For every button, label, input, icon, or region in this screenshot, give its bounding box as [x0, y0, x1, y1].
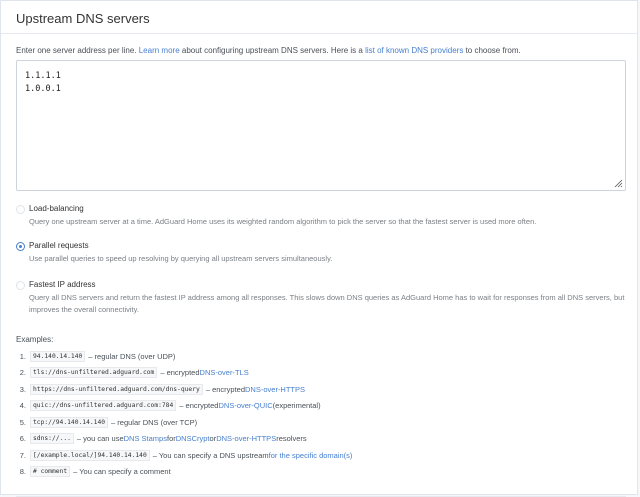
example-code: sdns://...	[30, 433, 74, 445]
example-text: – You can specify a DNS upstream	[152, 450, 269, 460]
example-item: 4. quic://dns-unfiltered.adguard.com:784…	[16, 398, 626, 415]
desc-text-1: Enter one server address per line.	[16, 46, 139, 55]
example-text: – you can use	[76, 434, 124, 444]
specific-domains-link[interactable]: for the specific domain(s)	[269, 451, 353, 460]
examples-list: 1. 94.140.14.140 – regular DNS (over UDP…	[16, 348, 626, 480]
example-item: 5. tcp://94.140.14.140 – regular DNS (ov…	[16, 414, 626, 431]
example-code: [/example.local/]94.140.14.140	[30, 449, 150, 461]
example-text: – You can specify a comment	[73, 467, 171, 477]
example-code: tcp://94.140.14.140	[30, 416, 109, 428]
dnscrypt-link[interactable]: DNSCrypt	[176, 434, 210, 443]
mode-title: Fastest IP address	[29, 280, 96, 289]
example-number: 1.	[19, 351, 26, 361]
radio-fastest-ip[interactable]	[16, 281, 25, 290]
example-number: 2.	[19, 368, 26, 378]
example-item: 7. [/example.local/]94.140.14.140 – You …	[16, 447, 626, 464]
example-code: https://dns-unfiltered.adguard.com/dns-q…	[30, 383, 203, 395]
radio-load-balancing[interactable]	[16, 205, 25, 214]
example-number: 6.	[19, 434, 26, 444]
example-number: 4.	[19, 401, 26, 411]
example-code: 94.140.14.140	[30, 350, 86, 362]
desc-text-3: to choose from.	[463, 46, 521, 55]
example-text-post: for	[166, 434, 176, 444]
resize-handle-icon[interactable]	[613, 178, 623, 188]
dns-over-https-link[interactable]: DNS-over-HTTPS	[245, 385, 305, 394]
textarea-content: 1.1.1.1 1.0.0.1	[25, 71, 61, 94]
mode-title: Load-balancing	[29, 204, 84, 213]
mode-description: Query all DNS servers and return the fas…	[29, 293, 625, 314]
example-text: – regular DNS (over TCP)	[111, 417, 198, 427]
example-item: 2. tls://dns-unfiltered.adguard.com – en…	[16, 365, 626, 382]
example-text: – encrypted	[205, 384, 246, 394]
upstream-description: Enter one server address per line. Learn…	[16, 46, 521, 55]
example-item: 6. sdns://... – you can use DNS Stamps f…	[16, 431, 626, 448]
example-text-post: or	[209, 434, 217, 444]
example-code: tls://dns-unfiltered.adguard.com	[30, 367, 158, 379]
mode-title: Parallel requests	[29, 241, 89, 250]
desc-text-2: about configuring upstream DNS servers. …	[179, 46, 366, 55]
example-number: 8.	[19, 467, 26, 477]
example-text: – encrypted	[179, 401, 219, 411]
example-code: quic://dns-unfiltered.adguard.com:784	[30, 400, 177, 412]
example-text-post: resolvers	[276, 434, 307, 444]
example-item: 8. # comment – You can specify a comment	[16, 464, 626, 481]
mode-description: Use parallel queries to speed up resolvi…	[29, 254, 333, 263]
dns-over-https-link[interactable]: DNS-over-HTTPS	[216, 434, 276, 443]
example-text: – encrypted	[160, 368, 200, 378]
mode-description: Query one upstream server at a time. AdG…	[29, 217, 537, 226]
example-number: 7.	[19, 450, 26, 460]
dns-over-tls-link[interactable]: DNS-over-TLS	[200, 368, 249, 377]
upstream-servers-textarea[interactable]: 1.1.1.1 1.0.0.1	[16, 60, 626, 191]
example-number: 5.	[19, 417, 26, 427]
dns-stamps-link[interactable]: DNS Stamps	[124, 434, 167, 443]
card-title: Upstream DNS servers	[1, 1, 637, 34]
dns-providers-link[interactable]: list of known DNS providers	[365, 46, 463, 55]
example-code: # comment	[30, 466, 71, 478]
example-text-post: (experimental)	[272, 401, 321, 411]
example-number: 3.	[19, 384, 26, 394]
dns-over-quic-link[interactable]: DNS-over-QUIC	[218, 401, 272, 410]
example-text: – regular DNS (over UDP)	[88, 351, 176, 361]
learn-more-link[interactable]: Learn more	[139, 46, 180, 55]
radio-parallel-requests[interactable]	[16, 242, 25, 251]
example-item: 3. https://dns-unfiltered.adguard.com/dn…	[16, 381, 626, 398]
upstream-dns-card: Upstream DNS servers Enter one server ad…	[0, 0, 638, 497]
examples-title: Examples:	[16, 335, 54, 344]
example-item: 1. 94.140.14.140 – regular DNS (over UDP…	[16, 348, 626, 365]
